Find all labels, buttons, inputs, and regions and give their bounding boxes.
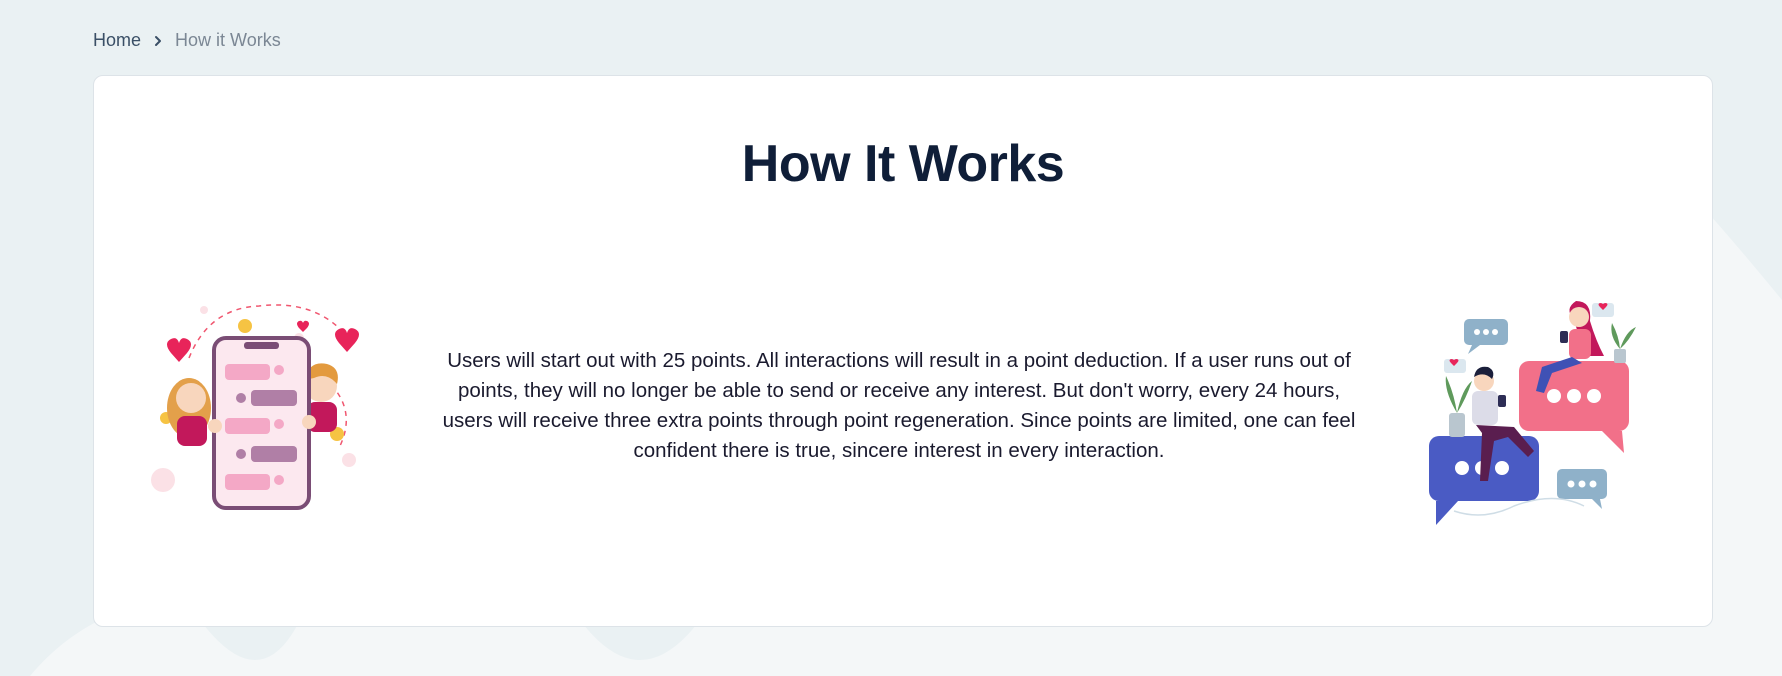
phone-chat-illustration bbox=[151, 304, 359, 510]
breadcrumb-home-link[interactable]: Home bbox=[93, 30, 141, 51]
page-title: How It Works bbox=[741, 135, 1065, 193]
breadcrumb: Home How it Works bbox=[93, 30, 281, 51]
how-it-works-card: How It Works Users will start out with 2… bbox=[93, 75, 1713, 627]
chat-bubbles-illustration bbox=[1429, 301, 1636, 525]
chevron-right-icon bbox=[155, 35, 162, 46]
breadcrumb-current: How it Works bbox=[175, 30, 281, 50]
how-it-works-description: Users will start out with 25 points. All… bbox=[442, 349, 1356, 462]
